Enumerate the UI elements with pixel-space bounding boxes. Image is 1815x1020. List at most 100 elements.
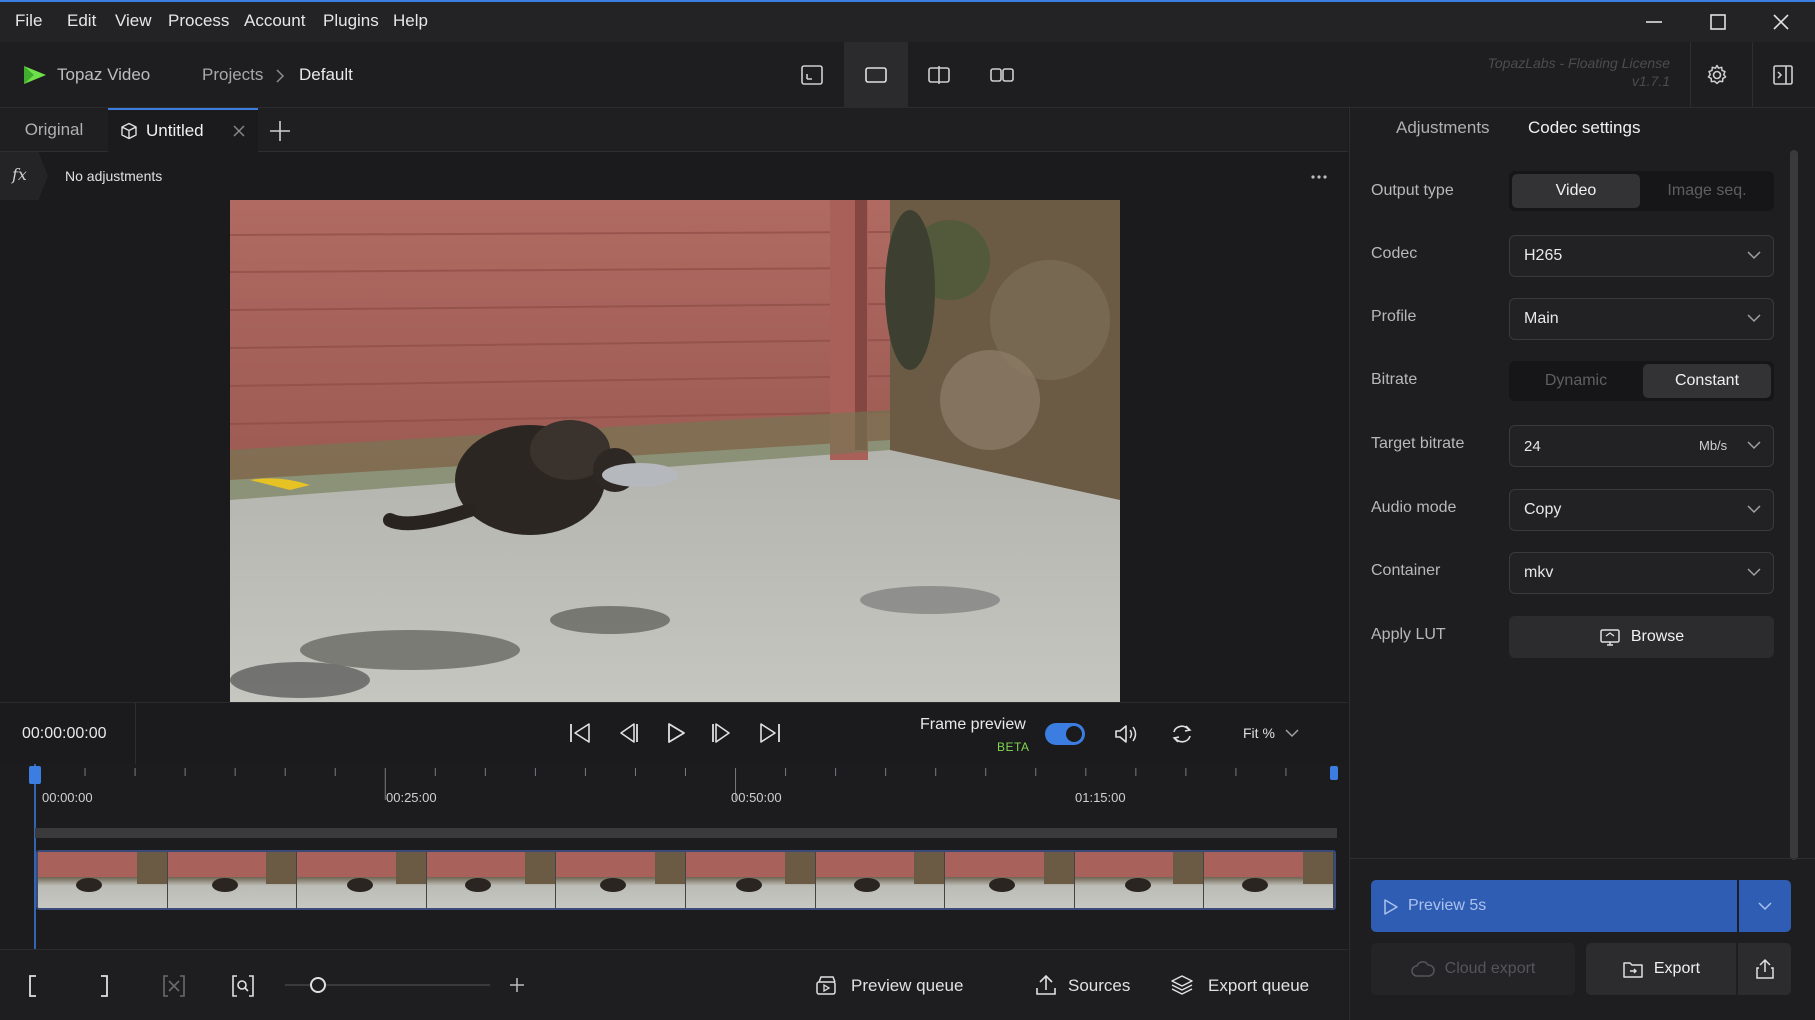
cloud-export-label: Cloud export xyxy=(1444,960,1536,977)
settings-panel: Adjustments Codec settings Output type V… xyxy=(1349,108,1815,1020)
menu-account[interactable]: Account xyxy=(244,11,305,31)
bitrate-dynamic[interactable]: Dynamic xyxy=(1512,364,1640,398)
skip-to-end-icon[interactable] xyxy=(758,721,782,745)
filmstrip-thumbnail xyxy=(556,852,686,908)
preview-options-button[interactable] xyxy=(1739,880,1791,932)
video-preview[interactable] xyxy=(230,200,1120,702)
chevron-right-icon xyxy=(276,69,285,83)
toggle-panel-button[interactable] xyxy=(1752,42,1812,108)
audio-mode-dropdown[interactable]: Copy xyxy=(1509,489,1774,531)
step-forward-icon[interactable] xyxy=(710,721,734,745)
zoom-fit-dropdown[interactable]: Fit % xyxy=(1243,725,1299,741)
chevron-down-icon xyxy=(1747,568,1761,577)
target-bitrate-input[interactable]: 24 Mb/s xyxy=(1509,425,1774,467)
settings-button[interactable] xyxy=(1690,42,1742,108)
bush-patch xyxy=(525,852,556,884)
fx-icon: fx xyxy=(12,165,27,184)
bush-patch xyxy=(1302,852,1333,884)
add-tab-icon[interactable] xyxy=(269,120,291,142)
bush-patch xyxy=(1043,852,1074,884)
view-single-button[interactable] xyxy=(844,42,908,108)
view-crop-button[interactable] xyxy=(780,42,844,108)
cat-silhouette xyxy=(735,878,762,892)
bush-patch xyxy=(1173,852,1204,884)
export-button[interactable]: Export xyxy=(1586,943,1736,995)
bush-patch xyxy=(654,852,685,884)
menu-file[interactable]: File xyxy=(15,11,42,31)
timeline[interactable]: 00:00:00 00:25:00 00:50:00 01:15:00 xyxy=(0,764,1348,949)
preview-button-label: Preview 5s xyxy=(1408,897,1487,914)
toggle-knob xyxy=(1066,726,1082,742)
frame-preview-toggle[interactable] xyxy=(1045,723,1085,745)
clear-marks-icon[interactable] xyxy=(162,974,186,998)
volume-icon[interactable] xyxy=(1114,723,1140,745)
fx-button[interactable]: fx xyxy=(0,152,48,200)
bitrate-constant[interactable]: Constant xyxy=(1643,364,1771,398)
frame-preview-label: Frame preview xyxy=(920,716,1026,733)
play-icon[interactable] xyxy=(664,721,688,745)
zoom-to-fit-icon[interactable] xyxy=(231,974,255,998)
step-back-icon[interactable] xyxy=(616,721,640,745)
zoom-slider-handle[interactable] xyxy=(310,977,326,993)
target-bitrate-label: Target bitrate xyxy=(1371,435,1465,452)
cloud-export-button[interactable]: Cloud export xyxy=(1371,943,1575,995)
timeline-marker-2: 00:50:00 xyxy=(731,790,782,805)
divider xyxy=(135,703,136,765)
menu-process[interactable]: Process xyxy=(168,11,229,31)
tab-adjustments[interactable]: Adjustments xyxy=(1396,118,1490,138)
menu-view[interactable]: View xyxy=(115,11,152,31)
bitrate-label: Bitrate xyxy=(1371,371,1418,388)
chevron-down-icon xyxy=(1758,902,1772,911)
chevron-down-icon[interactable] xyxy=(1747,440,1761,450)
close-tab-icon[interactable] xyxy=(233,125,245,137)
codec-dropdown[interactable]: H265 xyxy=(1509,235,1774,277)
tab-untitled[interactable]: Untitled xyxy=(108,108,258,152)
cat-silhouette xyxy=(1242,878,1269,892)
minimize-button[interactable] xyxy=(1623,2,1685,42)
bottom-toolbar: Preview queue Sources Export queue xyxy=(0,949,1348,1020)
profile-dropdown[interactable]: Main xyxy=(1509,298,1774,340)
breadcrumb-current[interactable]: Default xyxy=(299,65,353,85)
skip-to-start-icon[interactable] xyxy=(568,721,592,745)
preview-button[interactable]: Preview 5s xyxy=(1371,880,1737,932)
menu-plugins[interactable]: Plugins xyxy=(323,11,379,31)
menu-edit[interactable]: Edit xyxy=(67,11,96,31)
mark-out-icon[interactable] xyxy=(97,974,111,998)
breadcrumb-projects[interactable]: Projects xyxy=(202,65,263,85)
zoom-in-icon[interactable] xyxy=(509,977,525,993)
menu-help[interactable]: Help xyxy=(393,11,428,31)
container-dropdown[interactable]: mkv xyxy=(1509,552,1774,594)
sources-label: Sources xyxy=(1068,976,1131,995)
codec-label: Codec xyxy=(1371,245,1418,262)
audio-mode-value: Copy xyxy=(1524,501,1562,518)
panel-toggle-icon xyxy=(1772,65,1793,85)
tab-codec-settings[interactable]: Codec settings xyxy=(1528,118,1640,138)
mark-in-icon[interactable] xyxy=(26,974,40,998)
side-by-side-icon xyxy=(990,68,1014,82)
tab-original[interactable]: Original xyxy=(0,108,108,152)
filmstrip-thumbnail xyxy=(167,852,298,908)
filmstrip[interactable] xyxy=(36,850,1336,910)
panel-scrollbar[interactable] xyxy=(1790,150,1798,860)
close-window-button[interactable] xyxy=(1750,2,1812,42)
bush-patch xyxy=(266,852,297,884)
view-side-by-side-button[interactable] xyxy=(970,42,1034,108)
timeline-marker-0: 00:00:00 xyxy=(42,790,93,805)
maximize-button[interactable] xyxy=(1687,2,1749,42)
browse-label: Browse xyxy=(1630,628,1685,645)
target-bitrate-unit: Mb/s xyxy=(1699,438,1728,453)
more-options-icon[interactable] xyxy=(1310,174,1328,180)
container-label: Container xyxy=(1371,562,1441,579)
output-type-label: Output type xyxy=(1371,182,1454,199)
share-icon xyxy=(1755,958,1774,979)
video-frame-image xyxy=(230,200,1120,702)
output-type-image-seq[interactable]: Image seq. xyxy=(1643,174,1771,208)
zoom-fit-label: Fit % xyxy=(1243,725,1275,741)
loop-icon[interactable] xyxy=(1170,723,1194,745)
share-export-button[interactable] xyxy=(1738,943,1791,995)
cloud-icon xyxy=(1410,961,1435,977)
browse-lut-button[interactable]: Browse xyxy=(1509,616,1774,658)
license-version: v1.7.1 xyxy=(1631,73,1670,89)
output-type-video[interactable]: Video xyxy=(1512,174,1640,208)
view-split-button[interactable] xyxy=(907,42,971,108)
